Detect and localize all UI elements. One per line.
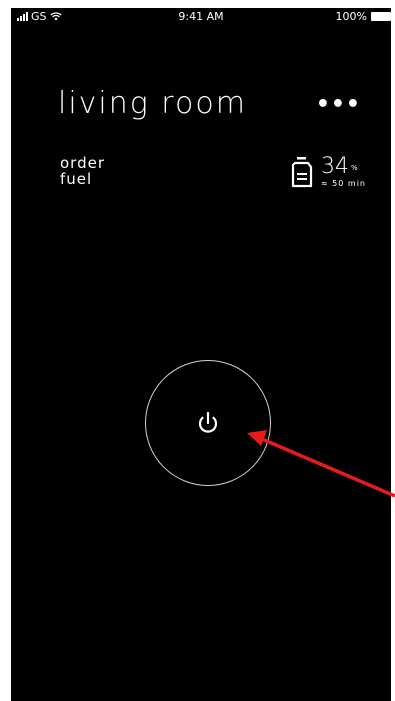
- fuel-status: 34 % ≈ 50 min: [291, 156, 366, 188]
- power-icon: [198, 411, 218, 433]
- battery-percent: 100%: [335, 10, 367, 23]
- power-button[interactable]: [145, 360, 271, 486]
- fuel-can-icon: [291, 157, 313, 188]
- fuel-percent-row: 34 %: [321, 156, 366, 178]
- order-fuel-link[interactable]: order fuel: [60, 155, 105, 187]
- page-title: living room: [58, 86, 247, 121]
- battery-icon: [371, 12, 391, 21]
- fuel-stats: 34 % ≈ 50 min: [321, 156, 366, 188]
- more-options-button[interactable]: •••: [316, 92, 361, 117]
- order-fuel-line1: order: [60, 154, 105, 172]
- fuel-percent-unit: %: [350, 164, 358, 172]
- fuel-remaining-time: ≈ 50 min: [320, 179, 366, 188]
- status-time: 9:41 AM: [178, 10, 224, 23]
- order-fuel-line2: fuel: [60, 170, 93, 188]
- app-screen: GS 9:41 AM 100% living room ••• order fu…: [11, 8, 391, 701]
- status-bar: GS 9:41 AM 100%: [11, 8, 391, 26]
- fuel-percent: 34: [320, 154, 349, 179]
- status-right: 100%: [336, 10, 391, 23]
